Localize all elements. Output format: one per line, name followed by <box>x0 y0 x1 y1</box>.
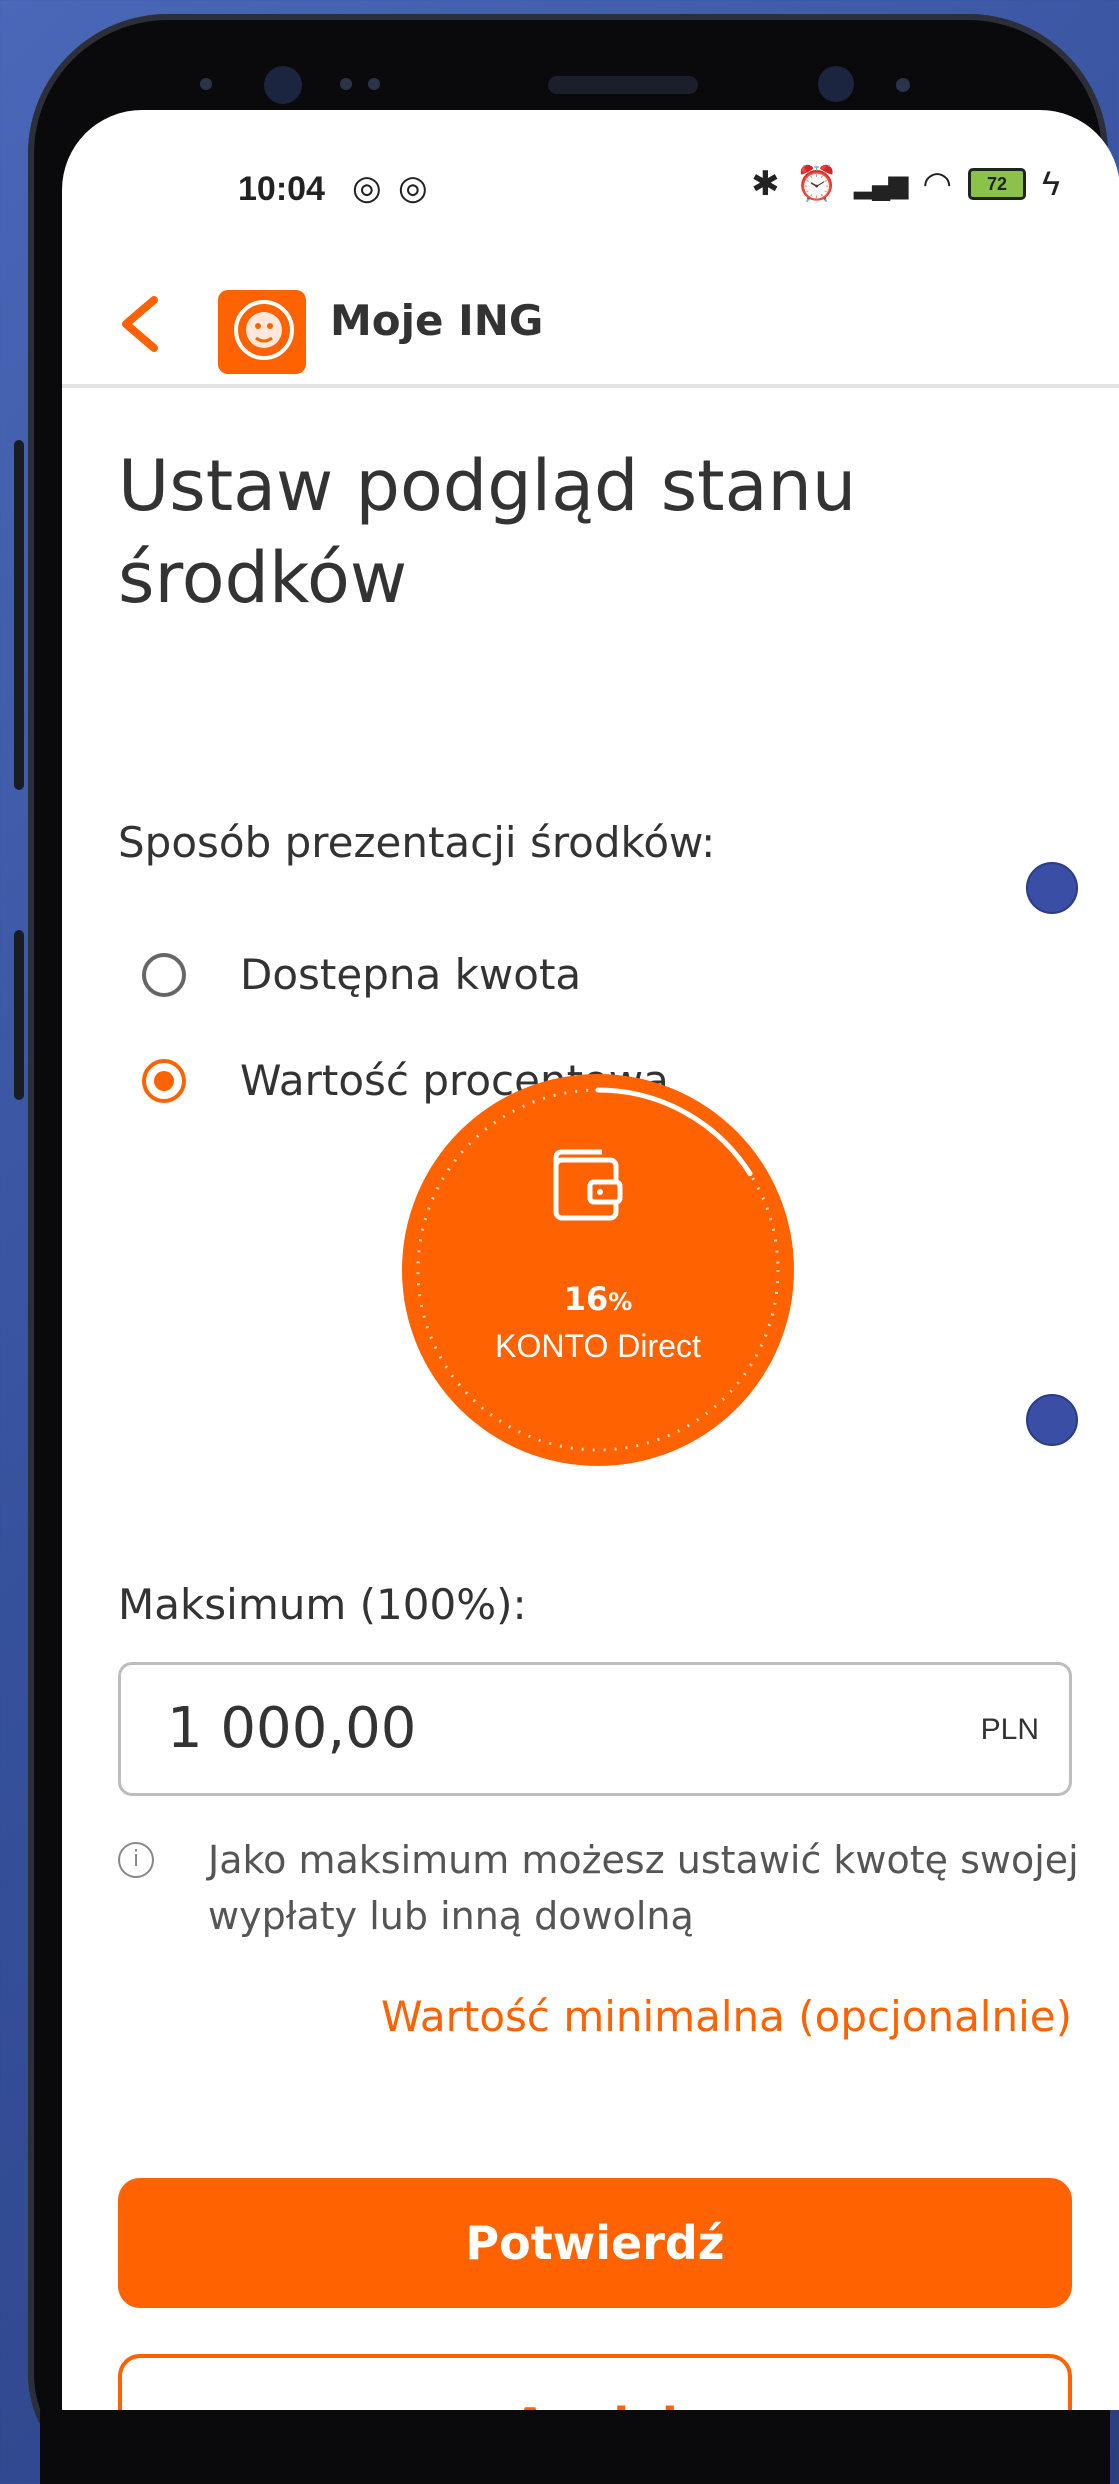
app-title: Moje ING <box>330 296 544 345</box>
maximum-amount-field[interactable]: PLN <box>118 1662 1072 1796</box>
currency-label: PLN <box>980 1713 1039 1746</box>
status-icons: ✱ ⏰ ▂▄▆ ◠ 72 ϟ <box>751 164 1060 204</box>
volume-button <box>14 440 24 790</box>
charging-icon: ϟ <box>1042 164 1060 203</box>
battery-icon: 72 <box>968 168 1026 200</box>
touch-indicator <box>1026 862 1078 914</box>
maximum-amount-input[interactable] <box>165 1695 869 1762</box>
sensor <box>340 78 352 90</box>
chevron-left-icon[interactable] <box>114 294 170 354</box>
page-title-line-1: Ustaw podgląd stanu <box>118 445 857 527</box>
signal-icon: ▂▄▆ <box>853 168 908 199</box>
wifi-icon: ◠ <box>922 165 952 203</box>
info-icon: i <box>118 1842 154 1878</box>
speaker-grille <box>548 76 698 94</box>
option-available-amount[interactable]: Dostępna kwota <box>118 950 581 999</box>
sync-icon: ◎ <box>352 169 382 207</box>
percent-number: 16 <box>563 1280 609 1318</box>
radio-available-amount[interactable] <box>142 952 186 997</box>
proximity-sensor <box>818 66 854 102</box>
cancel-button[interactable]: Anuluj <box>118 2354 1072 2410</box>
app-bar: Moje ING <box>62 260 1119 388</box>
alarm-icon: ⏰ <box>795 165 838 203</box>
sensor <box>896 78 910 92</box>
page-title: Ustaw podgląd stanu środków <box>118 440 1078 624</box>
confirm-button[interactable]: Potwierdź <box>118 2178 1072 2308</box>
option-available-amount-label: Dostępna kwota <box>240 950 582 999</box>
phone-bottom-bezel <box>40 2410 1110 2484</box>
sync-icon: ◎ <box>398 169 428 207</box>
maximum-label: Maksimum (100%): <box>118 1580 527 1629</box>
preview-circle <box>402 1074 794 1466</box>
power-button <box>14 930 24 1100</box>
touch-indicator <box>1026 1394 1078 1446</box>
radio-percentage[interactable] <box>142 1058 186 1103</box>
percent-unit: % <box>608 1288 633 1316</box>
account-name: KONTO Direct <box>495 1328 701 1364</box>
maximum-info-text: Jako maksimum możesz ustawić kwotę swoje… <box>208 1838 1079 1938</box>
status-bar: 10:04 ◎ ◎ ✱ ⏰ ▂▄▆ ◠ 72 ϟ <box>62 150 1119 230</box>
bluetooth-icon: ✱ <box>751 165 780 203</box>
percent-value: 16% <box>398 1280 798 1318</box>
page-title-line-2: środków <box>118 537 408 619</box>
minimum-value-link[interactable]: Wartość minimalna (opcjonalnie) <box>381 1992 1072 2041</box>
status-time: 10:04 <box>238 170 325 208</box>
sensor <box>368 78 380 90</box>
presentation-label: Sposób prezentacji środków: <box>118 818 716 867</box>
sensor <box>200 78 212 90</box>
maximum-info: i Jako maksimum możesz ustawić kwotę swo… <box>118 1832 1088 1944</box>
app-screen: 10:04 ◎ ◎ ✱ ⏰ ▂▄▆ ◠ 72 ϟ Moje ING Ustaw … <box>62 110 1119 2410</box>
ing-lion-logo <box>218 290 306 374</box>
page-content: Ustaw podgląd stanu środków Sposób preze… <box>118 440 1078 1105</box>
front-camera <box>264 66 302 104</box>
balance-preview-widget: 16% KONTO Direct <box>398 1070 798 1470</box>
